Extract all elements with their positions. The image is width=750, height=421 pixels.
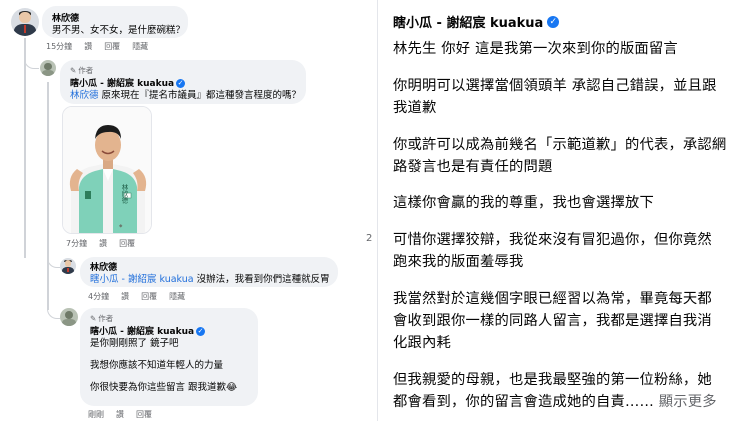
reply-text-body: 原來現在『提名市議員』都這種發言程度的嗎？ bbox=[101, 90, 302, 101]
reply-author-name[interactable]: 瞎小瓜 - 謝紹宸 kuakua bbox=[70, 79, 174, 89]
verified-badge-icon: ✓ bbox=[176, 79, 186, 88]
thread-line bbox=[24, 38, 26, 258]
reply-button[interactable]: 回覆 bbox=[104, 41, 120, 52]
reply-button[interactable]: 回覆 bbox=[119, 238, 135, 249]
like-button[interactable]: 讚 bbox=[99, 238, 107, 249]
message-line: 林先生 你好 這是我第一次來到你的版面留言 bbox=[393, 41, 678, 57]
like-button[interactable]: 讚 bbox=[84, 41, 92, 52]
message-line: 我當然對於這幾個字眼已經習以為常，畢竟每天都 bbox=[393, 291, 712, 307]
reply-bubble: 林欣德 瞎小瓜 - 謝紹宸 kuakua 沒辦法，我看到你們這種就反胃... bbox=[80, 257, 338, 287]
reply-bubble: ✎ 作者 瞎小瓜 - 謝紹宸 kuakua ✓ 是你剛剛照了 鏡子吧 我想你應該不… bbox=[80, 308, 258, 406]
comment-actions: 15分鐘 讚 回覆 隱藏 bbox=[46, 41, 148, 52]
reply-text-line: 我想你應該不知道年輕人的力量 bbox=[90, 360, 224, 371]
reply-author[interactable]: 林欣德 bbox=[90, 260, 328, 273]
hide-button[interactable]: 隱藏 bbox=[132, 41, 148, 52]
message-line: 路發言也是有責任的問題 bbox=[393, 159, 553, 175]
author-avatar[interactable] bbox=[40, 60, 56, 76]
reply-button[interactable]: 回覆 bbox=[136, 409, 152, 420]
message-line: 可惜你選擇狡辯，我從來沒有冒犯過你，但你竟然 bbox=[393, 232, 712, 248]
comment-thread-panel: 林欣德 男不男、女不女，是什麼碗糕？ 15分鐘 讚 回覆 隱藏 ✎ 作者 瞎小瓜… bbox=[0, 0, 364, 421]
commenter-avatar[interactable] bbox=[11, 8, 39, 36]
reply-text: 瞎小瓜 - 謝紹宸 kuakua 沒辦法，我看到你們這種就反胃... bbox=[90, 273, 330, 287]
message-line-text: 都會看到，你的留言會造成她的自責…… bbox=[393, 394, 654, 410]
page-number-marker: 2 bbox=[366, 233, 373, 244]
comment-author[interactable]: 林欣德 bbox=[52, 11, 178, 24]
reply-actions: 剛剛 讚 回覆 bbox=[88, 409, 152, 420]
message-line: 這樣你會贏的我的尊重，我也會選擇放下 bbox=[393, 195, 654, 211]
reply-time[interactable]: 7分鐘 bbox=[66, 238, 87, 249]
reply-actions: 7分鐘 讚 回覆 bbox=[66, 238, 135, 249]
mention-link[interactable]: 林欣德 bbox=[70, 90, 99, 101]
verified-badge-icon: ✓ bbox=[547, 15, 560, 28]
post-author[interactable]: 瞎小瓜 - 謝紹宸 kuakua ✓ bbox=[393, 12, 560, 31]
author-badge: ✎ 作者 bbox=[70, 65, 296, 76]
like-button[interactable]: 讚 bbox=[121, 291, 129, 302]
message-line: 都會看到，你的留言會造成她的自責…… 顯示更多 bbox=[393, 391, 738, 414]
thread-line bbox=[47, 82, 49, 310]
candidate-photo-image: ◆ bbox=[63, 107, 151, 233]
reply-author[interactable]: 瞎小瓜 - 謝紹宸 kuakua ✓ bbox=[90, 324, 248, 337]
reply-text-line: 你很快要為你這些留言 跟我道歉😂 bbox=[90, 382, 238, 393]
thread-connector bbox=[24, 56, 39, 69]
thread-connector bbox=[47, 255, 60, 268]
pen-author-icon: ✎ bbox=[90, 314, 97, 323]
comment-text: 男不男、女不女，是什麼碗糕？ bbox=[52, 25, 186, 36]
message-line: 但我親愛的母親，也是我最堅強的第一位粉絲，她 bbox=[393, 369, 738, 392]
hide-button[interactable]: 隱藏 bbox=[169, 291, 185, 302]
message-line-text: 但我親愛的母親，也是我最堅強的第一位粉絲，她 bbox=[393, 372, 712, 388]
message-line: 我道歉 bbox=[393, 100, 437, 116]
commenter-avatar[interactable] bbox=[60, 258, 76, 274]
reply-text: 林欣德 原來現在『提名市議員』都這種發言程度的嗎？ bbox=[70, 89, 301, 103]
see-more-link[interactable]: 顯示更多 bbox=[659, 394, 717, 410]
reply-author[interactable]: 瞎小瓜 - 謝紹宸 kuakua ✓ bbox=[70, 76, 296, 89]
message-line: 你或許可以成為前幾名「示範道歉」的代表，承認網 bbox=[393, 137, 727, 153]
author-avatar[interactable] bbox=[60, 308, 78, 326]
message-line: 跑來我的版面羞辱我 bbox=[393, 254, 524, 270]
pen-author-icon: ✎ bbox=[70, 66, 77, 75]
reply-text-body: 沒辦法，我看到你們這種就反胃... bbox=[196, 274, 330, 285]
author-badge: ✎ 作者 bbox=[90, 313, 248, 324]
like-button[interactable]: 讚 bbox=[116, 409, 124, 420]
reply-button[interactable]: 回覆 bbox=[141, 291, 157, 302]
reply-text-line: 是你剛剛照了 鏡子吧 bbox=[90, 338, 179, 349]
comment-time[interactable]: 15分鐘 bbox=[46, 41, 72, 52]
svg-text:◆: ◆ bbox=[119, 224, 123, 229]
comment-bubble: 林欣德 男不男、女不女，是什麼碗糕？ bbox=[42, 6, 188, 38]
message-line: 會收到跟你一樣的同路人留言，我都是選擇自我消 bbox=[393, 313, 712, 329]
reply-actions: 4分鐘 讚 回覆 隱藏 bbox=[88, 291, 185, 302]
post-author-name[interactable]: 瞎小瓜 - 謝紹宸 kuakua bbox=[393, 12, 543, 31]
message-line: 化跟內耗 bbox=[393, 335, 451, 351]
vest-name-text: 林欣德 bbox=[120, 184, 128, 204]
author-badge-label: 作者 bbox=[78, 66, 94, 75]
attached-photo[interactable]: ◆ 林欣德 bbox=[62, 106, 152, 234]
message-line: 你明明可以選擇當個領頭羊 承認自己錯誤，並且跟 bbox=[393, 78, 717, 94]
reply-time[interactable]: 4分鐘 bbox=[88, 291, 109, 302]
thread-connector bbox=[47, 306, 60, 319]
mention-link[interactable]: 瞎小瓜 - 謝紹宸 kuakua bbox=[90, 274, 194, 285]
verified-badge-icon: ✓ bbox=[196, 327, 206, 336]
reply-time[interactable]: 剛剛 bbox=[88, 409, 104, 420]
reply-bubble: ✎ 作者 瞎小瓜 - 謝紹宸 kuakua ✓ 林欣德 原來現在『提名市議員』都這… bbox=[60, 60, 306, 104]
reply-author-name[interactable]: 瞎小瓜 - 謝紹宸 kuakua bbox=[90, 327, 194, 337]
author-badge-label: 作者 bbox=[98, 314, 114, 323]
